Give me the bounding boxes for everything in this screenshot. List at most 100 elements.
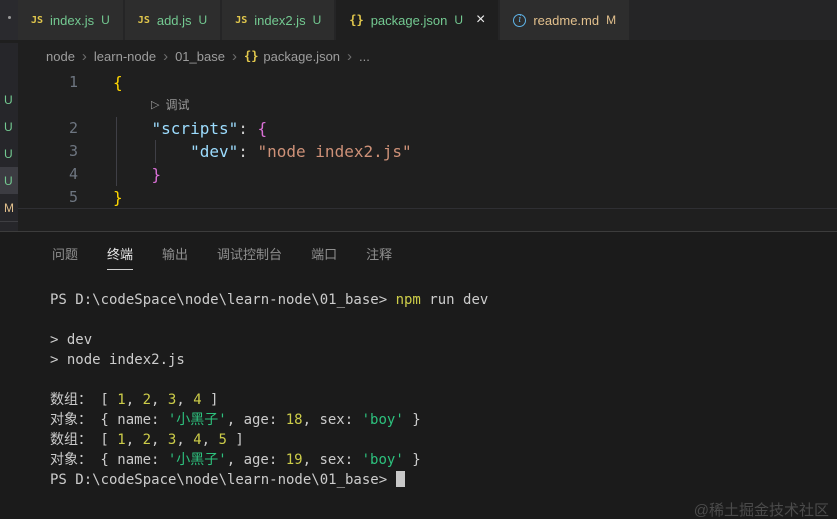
- close-icon[interactable]: ×: [476, 12, 485, 28]
- chevron-right-icon: ›: [81, 47, 87, 65]
- code-token: :: [238, 119, 258, 138]
- tab-index2-js[interactable]: JS index2.js U: [222, 0, 335, 40]
- terminal-line: PS D:\codeSpace\node\learn-node\01_base>…: [50, 290, 837, 310]
- tab-package-json[interactable]: {} package.json U ×: [336, 0, 499, 40]
- terminal-line: 数组： [ 1, 2, 3, 4 ]: [50, 390, 837, 410]
- terminal-text: > node index2.js: [50, 352, 185, 368]
- vscode-window: JS index.js U JS add.js U JS index2.js U {} packag…: [0, 0, 837, 519]
- terminal-text: }: [403, 452, 421, 468]
- breadcrumb-item[interactable]: {} package.json: [244, 49, 340, 64]
- terminal-text: run dev: [420, 292, 489, 308]
- breadcrumb-item[interactable]: learn-node: [94, 49, 156, 64]
- git-status-badge: U: [198, 13, 208, 27]
- explorer-item[interactable]: M: [0, 194, 18, 221]
- terminal-text: '小黑子': [167, 452, 227, 468]
- code-line[interactable]: 5}: [18, 186, 837, 209]
- code-line[interactable]: 4 }: [18, 163, 837, 186]
- debug-play-icon[interactable]: ▷: [151, 94, 159, 117]
- code-token: "scripts": [151, 119, 239, 138]
- terminal-text: , sex:: [302, 412, 362, 428]
- tab-label: package.json: [370, 12, 448, 28]
- line-number-gutter: [18, 94, 78, 117]
- explorer-item[interactable]: U: [0, 113, 18, 140]
- panel-tab-ports[interactable]: 端口: [311, 239, 337, 269]
- editor-region: UUUUM node › learn-node › 01_base ›{} package.…: [0, 43, 837, 231]
- breadcrumb-item[interactable]: ...: [359, 49, 370, 64]
- sliver-divider: [0, 221, 18, 222]
- terminal-text: 2: [142, 392, 152, 408]
- terminal-text: ]: [226, 432, 244, 448]
- code-token: {: [113, 73, 123, 92]
- terminal-text: ,: [176, 432, 194, 448]
- line-number: 5: [68, 188, 78, 206]
- explorer-sliver: UUUUM: [0, 43, 18, 231]
- breadcrumb-item[interactable]: node: [46, 49, 75, 64]
- code-line[interactable]: 1{: [18, 71, 837, 94]
- panel-tab-output[interactable]: 输出: [162, 239, 188, 269]
- terminal[interactable]: PS D:\codeSpace\node\learn-node\01_base>…: [0, 276, 837, 490]
- panel-tab-bar: 问题 终端 输出 调试控制台 端口 注释: [0, 232, 837, 276]
- terminal-text: }: [403, 412, 421, 428]
- git-status-untracked: U: [4, 173, 13, 188]
- code-text: }: [113, 186, 123, 209]
- terminal-text: 数组： [: [50, 432, 118, 448]
- codelens-debug-link[interactable]: ▷ 调试: [151, 94, 189, 117]
- json-file-icon: {}: [349, 13, 364, 27]
- code-text: }: [113, 163, 161, 186]
- tab-add-js[interactable]: JS add.js U: [124, 0, 221, 40]
- terminal-text: , age:: [226, 452, 286, 468]
- code-line[interactable]: 2 "scripts": {: [18, 117, 837, 140]
- terminal-text: 'boy': [361, 412, 404, 428]
- editor: node › learn-node › 01_base › {} package.json ›.…: [18, 43, 837, 231]
- breadcrumb-item[interactable]: 01_base: [175, 49, 225, 64]
- sidebar-dot-icon: [8, 16, 11, 19]
- panel-tab-debug-console[interactable]: 调试控制台: [217, 239, 282, 269]
- chevron-right-icon: ›: [163, 47, 169, 65]
- panel-tab-problems[interactable]: 问题: [52, 239, 78, 269]
- code-text: "dev": "node index2.js": [113, 140, 412, 163]
- terminal-text: ,: [151, 432, 168, 448]
- explorer-item[interactable]: U: [0, 86, 18, 113]
- code-token: "dev": [190, 142, 239, 161]
- js-file-icon: JS: [31, 14, 44, 26]
- terminal-line: 对象： { name: '小黑子', age: 18, sex: 'boy' }: [50, 410, 837, 430]
- terminal-text: 对象： { name:: [50, 412, 168, 428]
- chevron-right-icon: ›: [347, 47, 353, 65]
- breadcrumb-label: learn-node: [93, 48, 157, 64]
- codelens-row: ▷ 调试: [18, 94, 837, 117]
- editor-tabs: JS index.js U JS add.js U JS index2.js U {} packag…: [18, 0, 837, 40]
- tab-readme-md[interactable]: i readme.md M: [500, 0, 630, 40]
- breadcrumb-label: ...: [359, 48, 370, 64]
- panel-tab-comments[interactable]: 注释: [366, 239, 392, 269]
- terminal-text: 4: [193, 432, 202, 448]
- terminal-text: 数组： [: [50, 392, 118, 408]
- explorer-item[interactable]: U: [0, 140, 18, 167]
- terminal-text: ,: [125, 432, 143, 448]
- terminal-line: PS D:\codeSpace\node\learn-node\01_base>: [50, 470, 837, 490]
- editor-tab-bar: JS index.js U JS add.js U JS index2.js U {} packag…: [0, 0, 837, 40]
- terminal-text: > dev: [50, 332, 93, 348]
- tab-index-js[interactable]: JS index.js U: [18, 0, 123, 40]
- code-token: "node index2.js": [257, 142, 412, 161]
- terminal-text: 19: [285, 452, 303, 468]
- indent-guide: [154, 140, 156, 163]
- tab-label: readme.md: [533, 12, 600, 28]
- tab-label: add.js: [156, 12, 192, 28]
- terminal-text: 4: [193, 392, 202, 408]
- bottom-panel: 问题 终端 输出 调试控制台 端口 注释 PS D:\codeSpace\node\lea…: [0, 231, 837, 519]
- json-file-icon: {}: [243, 49, 259, 63]
- terminal-cursor: [395, 471, 405, 487]
- git-status-modified: M: [4, 200, 14, 215]
- indent-guide: [116, 140, 117, 163]
- breadcrumb: node › learn-node › 01_base › {} package.json ›.…: [18, 43, 837, 69]
- code-editor[interactable]: 1{▷ 调试 2 "scripts": {3 "dev": "node index2…: [18, 71, 837, 209]
- terminal-line: 对象： { name: '小黑子', age: 19, sex: 'boy' }: [50, 450, 837, 470]
- terminal-text: , age:: [226, 412, 286, 428]
- explorer-item[interactable]: U: [0, 167, 18, 194]
- code-line[interactable]: 3 "dev": "node index2.js": [18, 140, 837, 163]
- git-status-badge: U: [101, 13, 110, 27]
- panel-tab-terminal[interactable]: 终端: [107, 239, 134, 270]
- indent-guide: [116, 163, 117, 186]
